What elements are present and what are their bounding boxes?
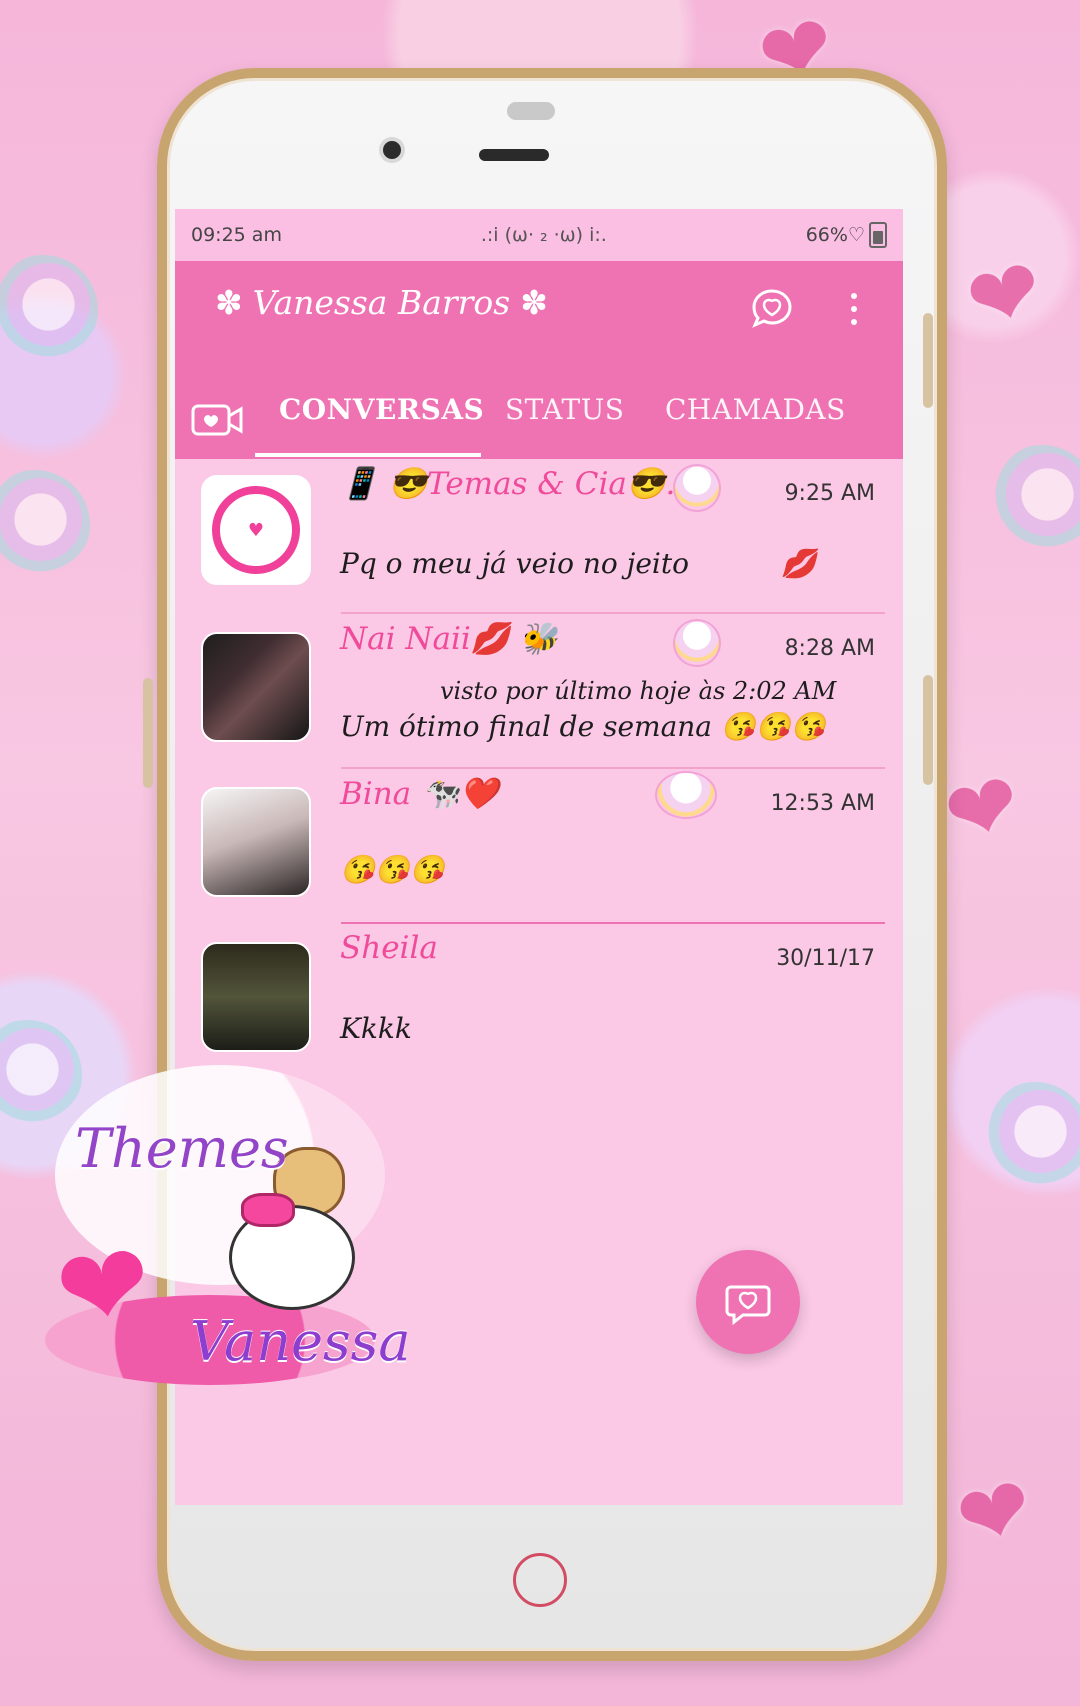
flower-icon: ✽ (215, 283, 243, 322)
front-camera-icon (383, 141, 401, 159)
unicorn-sticker-icon (673, 464, 721, 512)
unicorn-sticker-icon (655, 771, 717, 819)
new-chat-button[interactable] (696, 1250, 800, 1354)
heart-icon: ❤ (48, 1217, 160, 1359)
heart-chat-icon[interactable] (749, 287, 795, 333)
active-tab-indicator (255, 453, 481, 457)
power-button (923, 313, 933, 408)
chat-extra-icon: 💋 (781, 547, 816, 580)
status-right: 66%♡ (806, 222, 887, 248)
earpiece (479, 149, 549, 161)
chat-last-message: 😘😘😘 (340, 853, 445, 886)
status-center-text: .:i (ω· ₂ ·ω) i:. (480, 224, 607, 246)
avatar: ♥ (201, 475, 311, 585)
themes-badge: ❤ Themes Vanessa (45, 1055, 411, 1385)
chat-row[interactable]: Bina 🐄❤️ 12:53 AM 😘😘😘 (175, 769, 903, 924)
more-vert-icon[interactable] (849, 291, 859, 327)
chat-heart-icon (725, 1285, 771, 1326)
chat-name: 📱 😎Temas & Cia😎... (340, 466, 696, 502)
tab-bar: CONVERSAS STATUS CHAMADAS (175, 375, 903, 459)
home-button-icon[interactable] (513, 1553, 567, 1607)
bow-icon (241, 1193, 295, 1227)
unicorn-icon (980, 1082, 1080, 1192)
chat-last-message: Um ótimo final de semana 😘😘😘 (340, 710, 826, 743)
chat-time: 12:53 AM (770, 791, 875, 816)
app-title: ✽ Vanessa Barros ✽ (205, 283, 558, 322)
volume-button (143, 678, 153, 788)
chat-time: 9:25 AM (784, 481, 875, 506)
avatar (201, 632, 311, 742)
chat-row[interactable]: Nai Naii💋 🐝 8:28 AM visto por último hoj… (175, 614, 903, 769)
camera-heart-icon[interactable] (191, 400, 245, 440)
avatar (201, 787, 311, 897)
top-speaker (507, 102, 555, 120)
chat-time: 30/11/17 (776, 946, 875, 971)
chat-time: 8:28 AM (784, 636, 875, 661)
status-bar: 09:25 am .:i (ω· ₂ ·ω) i:. 66%♡ (175, 209, 903, 261)
chat-name: Bina 🐄❤️ (340, 776, 499, 812)
chat-last-message: Pq o meu já veio no jeito (340, 547, 689, 580)
title-text: Vanessa Barros (252, 283, 511, 322)
tab-status[interactable]: STATUS (505, 393, 624, 426)
unicorn-sticker-icon (673, 619, 721, 667)
badge-word-vanessa: Vanessa (190, 1310, 411, 1373)
app-bar: ✽ Vanessa Barros ✽ (175, 261, 903, 375)
avatar (201, 942, 311, 1052)
battery-icon (868, 222, 887, 248)
last-seen-text: visto por último hoje às 2:02 AM (440, 677, 837, 705)
chat-last-message: Kkkk (340, 1012, 412, 1045)
flower-icon: ✽ (520, 283, 548, 322)
badge-word-themes: Themes (75, 1117, 289, 1180)
tab-conversas[interactable]: CONVERSAS (279, 393, 484, 426)
chat-name: Sheila (340, 930, 438, 966)
battery-percent: 66%♡ (805, 224, 865, 246)
side-button (923, 675, 933, 785)
tab-chamadas[interactable]: CHAMADAS (665, 393, 846, 426)
whatsapp-logo-icon: ♥ (212, 486, 300, 574)
chat-row[interactable]: ♥ 📱 😎Temas & Cia😎... 9:25 AM Pq o meu já… (175, 459, 903, 614)
chat-name: Nai Naii💋 🐝 (340, 621, 558, 657)
status-time: 09:25 am (191, 224, 282, 246)
chat-list: ♥ 📱 😎Temas & Cia😎... 9:25 AM Pq o meu já… (175, 459, 903, 1079)
